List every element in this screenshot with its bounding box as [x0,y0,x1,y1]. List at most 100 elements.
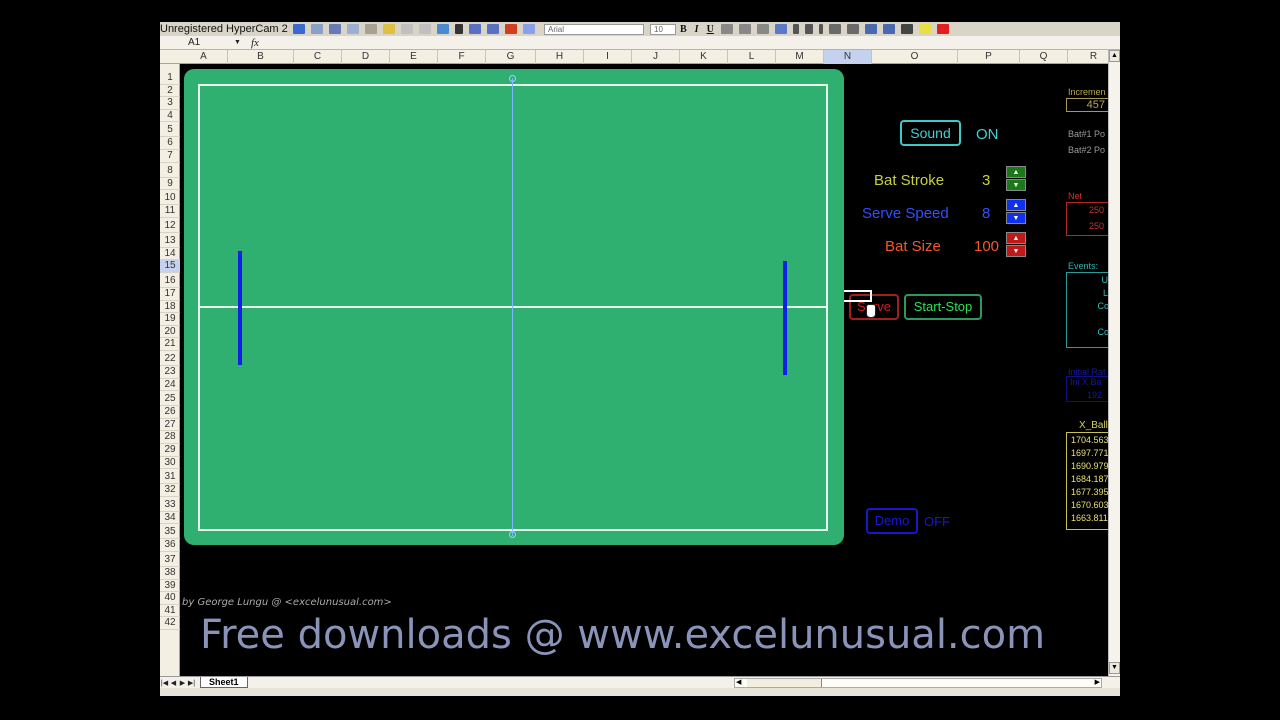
serve-speed-up-button[interactable]: ▲ [1006,199,1026,211]
decrease-decimal-icon[interactable] [846,24,859,34]
column-header-d[interactable]: D [342,50,390,64]
row-header-35[interactable]: 35 [160,524,180,540]
column-header-o[interactable]: O [872,50,958,64]
scroll-right-button[interactable]: ▶ [1095,678,1100,686]
start-stop-button[interactable]: Start-Stop [904,294,982,320]
undo-icon[interactable] [401,24,413,34]
row-header-17[interactable]: 17 [160,288,180,301]
first-sheet-button[interactable]: |◀ [160,679,169,687]
row-header-34[interactable]: 34 [160,512,180,525]
row-header-22[interactable]: 22 [160,351,180,366]
paste-icon[interactable] [365,24,377,34]
spellcheck-icon[interactable] [293,24,305,34]
bat-size-down-button[interactable]: ▼ [1006,245,1026,257]
row-header-40[interactable]: 40 [160,592,180,605]
row-header-13[interactable]: 13 [160,233,180,248]
row-header-11[interactable]: 11 [160,205,180,218]
row-header-19[interactable]: 19 [160,313,180,326]
row-header-9[interactable]: 9 [160,178,180,191]
serve-speed-down-button[interactable]: ▼ [1006,212,1026,224]
redo-icon[interactable] [419,24,431,34]
column-header-g[interactable]: G [486,50,536,64]
align-left-icon[interactable] [720,24,733,34]
column-header-l[interactable]: L [728,50,776,64]
row-header-37[interactable]: 37 [160,552,180,567]
font-name-select[interactable]: Arial [544,23,644,35]
row-header-8[interactable]: 8 [160,163,180,178]
next-sheet-button[interactable]: ▶ [178,679,187,687]
column-header-b[interactable]: B [228,50,294,64]
column-header-m[interactable]: M [776,50,824,64]
increase-indent-icon[interactable] [882,24,895,34]
fx-icon[interactable]: fx [251,37,259,49]
column-header-k[interactable]: K [680,50,728,64]
scroll-up-button[interactable]: ▲ [1109,50,1120,62]
bold-button[interactable]: B [680,24,687,35]
row-header-36[interactable]: 36 [160,539,180,552]
column-header-i[interactable]: I [584,50,632,64]
row-header-21[interactable]: 21 [160,338,180,351]
sheet-tab-sheet1[interactable]: Sheet1 [200,677,248,688]
column-header-p[interactable]: P [958,50,1020,64]
last-sheet-button[interactable]: ▶| [187,679,196,687]
format-painter-icon[interactable] [383,24,395,34]
row-header-7[interactable]: 7 [160,150,180,163]
row-header-12[interactable]: 12 [160,218,180,233]
row-header-6[interactable]: 6 [160,137,180,150]
percent-icon[interactable] [804,24,813,34]
italic-button[interactable]: I [695,24,699,35]
row-header-31[interactable]: 31 [160,469,180,485]
row-header-33[interactable]: 33 [160,497,180,512]
row-header-5[interactable]: 5 [160,122,180,138]
horizontal-scrollbar[interactable]: ◀ ▶ [734,678,1102,688]
name-box-dropdown-icon[interactable]: ▼ [234,39,241,46]
column-header-f[interactable]: F [438,50,486,64]
row-header-10[interactable]: 10 [160,190,180,206]
row-header-18[interactable]: 18 [160,301,180,314]
copy-icon[interactable] [347,24,359,34]
demo-button[interactable]: Demo [866,508,918,534]
column-header-c[interactable]: C [294,50,342,64]
chart-wizard-icon[interactable] [505,24,517,34]
row-header-2[interactable]: 2 [160,85,180,98]
column-header-q[interactable]: Q [1020,50,1068,64]
merge-center-icon[interactable] [774,24,787,34]
fill-color-icon[interactable] [918,24,931,34]
row-header-38[interactable]: 38 [160,567,180,580]
row-header-32[interactable]: 32 [160,484,180,497]
comma-icon[interactable] [818,24,823,34]
underline-button[interactable]: U [707,24,714,35]
row-header-39[interactable]: 39 [160,580,180,593]
row-header-3[interactable]: 3 [160,97,180,110]
align-center-icon[interactable] [738,24,751,34]
row-header-27[interactable]: 27 [160,419,180,432]
drawing-icon[interactable] [523,24,535,34]
scroll-down-button[interactable]: ▼ [1109,662,1120,674]
row-header-4[interactable]: 4 [160,110,180,123]
increase-decimal-icon[interactable] [828,24,841,34]
row-header-24[interactable]: 24 [160,379,180,392]
bat-size-up-button[interactable]: ▲ [1006,232,1026,244]
name-box[interactable]: A1 [160,37,230,48]
row-header-16[interactable]: 16 [160,273,180,288]
decrease-indent-icon[interactable] [864,24,877,34]
row-header-30[interactable]: 30 [160,457,180,470]
row-header-20[interactable]: 20 [160,326,180,339]
sort-ascending-icon[interactable] [469,24,481,34]
net-bottom-handle[interactable] [509,531,516,538]
prev-sheet-button[interactable]: ◀ [169,679,178,687]
bat-stroke-down-button[interactable]: ▼ [1006,179,1026,191]
row-header-1[interactable]: 1 [160,72,180,85]
borders-icon[interactable] [900,24,913,34]
bat-stroke-up-button[interactable]: ▲ [1006,166,1026,178]
row-header-28[interactable]: 28 [160,431,180,444]
scroll-left-button[interactable]: ◀ [736,678,741,686]
worksheet-grid[interactable]: Sound ON Bat Stroke 3 ▲ ▼ Serve Speed 8 … [180,64,1108,676]
row-header-14[interactable]: 14 [160,248,180,261]
net-top-handle[interactable] [509,75,516,82]
row-header-25[interactable]: 25 [160,391,180,407]
currency-icon[interactable] [792,24,799,34]
vertical-scrollbar[interactable]: ▲ ▼ [1108,50,1120,676]
sound-button[interactable]: Sound [900,120,961,146]
column-header-a[interactable]: A [180,50,228,64]
